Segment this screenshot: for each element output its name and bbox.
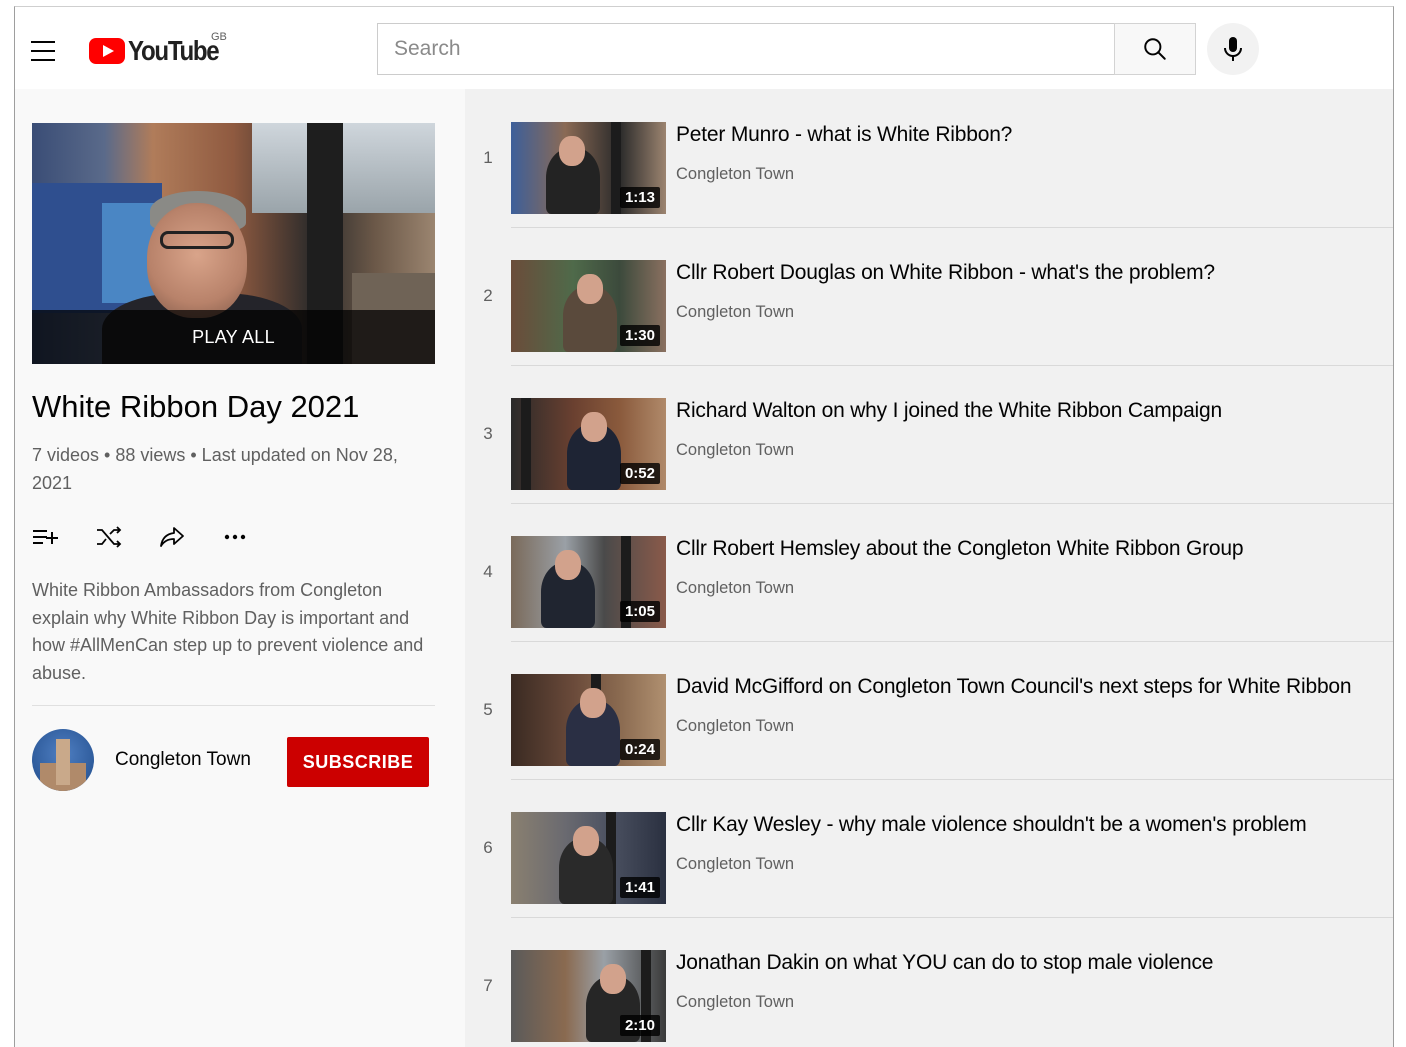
search-input[interactable] — [378, 24, 1114, 74]
microphone-icon — [1224, 37, 1242, 61]
video-title[interactable]: Cllr Kay Wesley - why male violence shou… — [676, 813, 1307, 837]
playlist-video-row[interactable]: 4 1:05 Cllr Robert Hemsley about the Congl… — [465, 503, 1393, 642]
video-title[interactable]: Cllr Robert Douglas on White Ribbon - wh… — [676, 261, 1215, 285]
search-box — [377, 23, 1114, 75]
video-index: 7 — [483, 976, 493, 995]
logo-text: YouTube — [128, 35, 220, 66]
add-to-queue-icon — [33, 530, 58, 544]
search-button[interactable] — [1114, 23, 1196, 75]
video-channel[interactable]: Congleton Town — [676, 579, 794, 598]
video-title[interactable]: David McGifford on Congleton Town Counci… — [676, 675, 1352, 699]
video-duration: 0:24 — [619, 739, 660, 760]
playlist-sidebar: PLAY ALL White Ribbon Day 2021 7 videos … — [15, 89, 465, 1047]
playlist-actions — [32, 519, 284, 555]
video-duration: 2:10 — [619, 1015, 660, 1036]
playlist-video-row[interactable]: 7 2:10 Jonathan Dakin on what YOU can do t… — [465, 917, 1393, 1047]
youtube-play-icon — [89, 38, 125, 64]
video-thumbnail[interactable]: 1:05 — [511, 536, 666, 628]
video-title[interactable]: Richard Walton on why I joined the White… — [676, 399, 1222, 423]
voice-search-button[interactable] — [1207, 23, 1259, 75]
playlist-video-row[interactable]: 6 1:41 Cllr Kay Wesley - why male violence… — [465, 779, 1393, 918]
video-thumbnail[interactable]: 0:24 — [511, 674, 666, 766]
country-code: GB — [211, 31, 227, 43]
more-horizontal-icon — [224, 534, 246, 540]
video-thumbnail[interactable]: 1:41 — [511, 812, 666, 904]
video-index: 6 — [483, 838, 493, 857]
playlist-description: White Ribbon Ambassadors from Congleton … — [32, 580, 424, 683]
video-title[interactable]: Jonathan Dakin on what YOU can do to sto… — [676, 951, 1213, 975]
video-duration: 1:05 — [619, 601, 660, 622]
video-index: 5 — [483, 700, 493, 719]
video-thumbnail[interactable]: 1:13 — [511, 122, 666, 214]
playlist-video-row[interactable]: 5 0:24 David McGifford on Congleton Town C… — [465, 641, 1393, 780]
subscribe-button[interactable]: SUBSCRIBE — [287, 737, 429, 787]
video-title[interactable]: Cllr Robert Hemsley about the Congleton … — [676, 537, 1244, 561]
channel-name[interactable]: Congleton Town — [115, 749, 251, 771]
divider — [32, 705, 435, 706]
video-thumbnail[interactable]: 2:10 — [511, 950, 666, 1042]
video-thumbnail[interactable]: 1:30 — [511, 260, 666, 352]
video-thumbnail[interactable]: 0:52 — [511, 398, 666, 490]
video-title[interactable]: Peter Munro - what is White Ribbon? — [676, 123, 1012, 147]
channel-avatar[interactable] — [32, 729, 94, 791]
more-options-button[interactable] — [221, 523, 249, 551]
video-channel[interactable]: Congleton Town — [676, 303, 794, 322]
masthead: YouTube GB — [15, 7, 1393, 89]
playlist-video-list: 1 1:13 Peter Munro - what is White Ribbon?… — [465, 89, 1393, 1047]
shuffle-icon — [97, 526, 122, 548]
share-button[interactable] — [158, 523, 186, 551]
video-index: 2 — [483, 286, 493, 305]
playlist-video-row[interactable]: 1 1:13 Peter Munro - what is White Ribbon?… — [465, 89, 1393, 228]
video-duration: 1:30 — [619, 325, 660, 346]
video-channel[interactable]: Congleton Town — [676, 165, 794, 184]
video-duration: 0:52 — [619, 463, 660, 484]
playlist-title: White Ribbon Day 2021 — [32, 389, 360, 424]
search-icon — [1144, 38, 1166, 60]
video-index: 1 — [483, 148, 493, 167]
video-duration: 1:41 — [619, 877, 660, 898]
play-all-button[interactable]: PLAY ALL — [32, 310, 435, 364]
share-icon — [160, 527, 184, 547]
menu-icon[interactable] — [31, 41, 55, 61]
playlist-stats: 7 videos • 88 views • Last updated on No… — [32, 445, 398, 493]
video-channel[interactable]: Congleton Town — [676, 441, 794, 460]
add-to-queue-button[interactable] — [32, 523, 60, 551]
playlist-video-row[interactable]: 3 0:52 Richard Walton on why I joined the … — [465, 365, 1393, 504]
video-channel[interactable]: Congleton Town — [676, 855, 794, 874]
video-channel[interactable]: Congleton Town — [676, 717, 794, 736]
video-index: 4 — [483, 562, 493, 581]
playlist-video-row[interactable]: 2 1:30 Cllr Robert Douglas on White Ribbon… — [465, 227, 1393, 366]
video-duration: 1:13 — [619, 187, 660, 208]
youtube-logo[interactable]: YouTube GB — [89, 31, 233, 69]
shuffle-button[interactable] — [95, 523, 123, 551]
playlist-thumbnail[interactable]: PLAY ALL — [32, 123, 435, 364]
video-channel[interactable]: Congleton Town — [676, 993, 794, 1012]
video-index: 3 — [483, 424, 493, 443]
browser-viewport: YouTube GB Search PLAY ALL White Ribbon … — [14, 6, 1394, 1047]
